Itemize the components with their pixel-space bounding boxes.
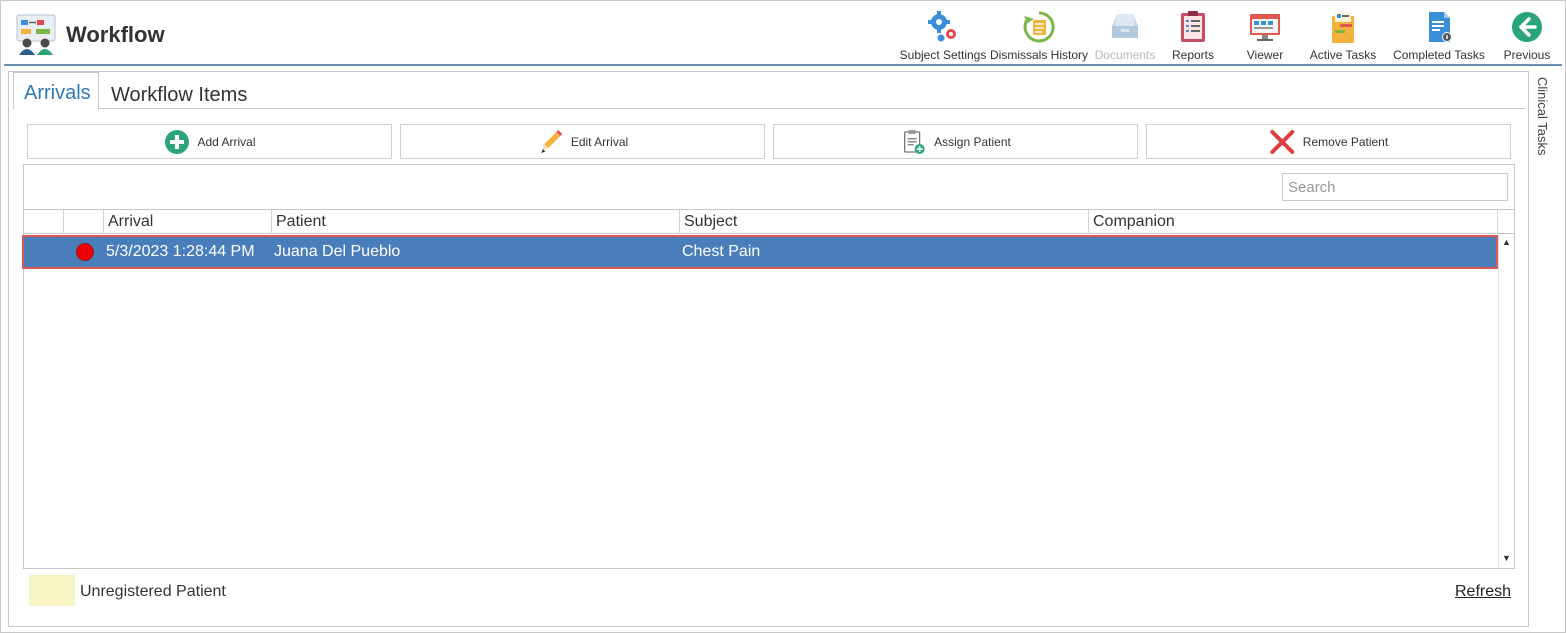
page-title: Workflow <box>66 22 165 47</box>
column-header-status[interactable] <box>64 210 104 234</box>
column-header-subject[interactable]: Subject <box>680 210 1089 234</box>
edit-arrival-button[interactable]: Edit Arrival <box>400 124 765 159</box>
remove-x-icon <box>1269 129 1294 154</box>
completed-tasks-label: Completed Tasks <box>1393 48 1485 62</box>
workflow-app-icon <box>16 14 56 55</box>
gears-icon <box>928 11 956 42</box>
edit-arrival-label: Edit Arrival <box>570 134 629 149</box>
workflow-window: Workflow Subject Settings Dismissals His… <box>0 0 1566 633</box>
documents-button[interactable]: Documents <box>1090 8 1160 64</box>
add-arrival-button[interactable]: Add Arrival <box>27 124 392 159</box>
refresh-link[interactable]: Refresh <box>1455 583 1511 601</box>
tab-arrivals[interactable]: Arrivals <box>13 72 99 110</box>
active-tasks-button[interactable]: Active Tasks <box>1304 8 1382 64</box>
grid-header: Arrival Patient Subject Companion <box>24 209 1514 234</box>
cell-arrival: 5/3/2023 1:28:44 PM <box>106 243 255 260</box>
column-header-patient[interactable]: Patient <box>272 210 680 234</box>
viewer-button[interactable]: Viewer <box>1232 8 1298 64</box>
assign-patient-label: Assign Patient <box>934 134 1011 149</box>
vertical-scrollbar[interactable]: ▲ ▼ <box>1498 235 1514 568</box>
header-bar: Workflow Subject Settings Dismissals His… <box>4 4 1562 66</box>
tab-strip: Arrivals Workflow Items <box>13 72 1525 110</box>
scroll-up-icon[interactable]: ▲ <box>1502 237 1511 247</box>
clinical-tasks-side-tab[interactable]: Clinical Tasks <box>1535 77 1557 167</box>
back-arrow-icon <box>1512 12 1542 42</box>
legend-swatch <box>29 575 75 606</box>
arrivals-panel: Arrivals Workflow Items Add Arrival Edit… <box>8 71 1529 627</box>
column-header-arrival[interactable]: Arrival <box>104 210 272 234</box>
assign-clipboard-icon <box>903 129 925 154</box>
subject-settings-button[interactable]: Subject Settings <box>896 8 990 64</box>
active-tasks-label: Active Tasks <box>1309 48 1377 62</box>
remove-patient-label: Remove Patient <box>1302 134 1389 149</box>
reports-icon <box>1181 11 1205 42</box>
active-tasks-icon <box>1332 12 1354 43</box>
remove-patient-button[interactable]: Remove Patient <box>1146 124 1511 159</box>
reports-label: Reports <box>1171 48 1215 62</box>
completed-tasks-button[interactable]: Completed Tasks <box>1388 8 1490 64</box>
scroll-down-icon[interactable]: ▼ <box>1502 553 1511 563</box>
column-header-companion[interactable]: Companion <box>1089 210 1498 234</box>
status-indicator-icon <box>76 243 94 261</box>
legend-label: Unregistered Patient <box>80 583 226 600</box>
cell-subject: Chest Pain <box>682 243 761 260</box>
documents-label: Documents <box>1094 48 1156 62</box>
table-row[interactable]: 5/3/2023 1:28:44 PM Juana Del Pueblo Che… <box>22 235 1498 269</box>
tab-workflow-items[interactable]: Workflow Items <box>101 72 261 109</box>
previous-button[interactable]: Previous <box>1498 8 1556 64</box>
cell-patient: Juana Del Pueblo <box>274 243 401 260</box>
viewer-icon <box>1250 14 1280 41</box>
search-input[interactable] <box>1282 173 1508 201</box>
column-header-select[interactable] <box>24 210 64 234</box>
completed-tasks-icon <box>1429 12 1452 42</box>
history-icon <box>1023 11 1055 43</box>
dismissals-history-button[interactable]: Dismissals History <box>988 8 1090 64</box>
dismissals-history-label: Dismissals History <box>989 48 1088 62</box>
documents-icon <box>1112 14 1138 38</box>
assign-patient-button[interactable]: Assign Patient <box>773 124 1138 159</box>
add-arrival-label: Add Arrival <box>197 134 256 149</box>
clinical-tasks-label: Clinical Tasks <box>1535 77 1550 156</box>
pencil-icon <box>540 129 562 153</box>
subject-settings-label: Subject Settings <box>899 48 987 62</box>
previous-label: Previous <box>1503 48 1551 62</box>
reports-button[interactable]: Reports <box>1162 8 1224 64</box>
viewer-label: Viewer <box>1246 48 1284 62</box>
arrivals-grid: Arrival Patient Subject Companion 5/3/20… <box>22 164 1515 569</box>
add-icon <box>164 129 189 154</box>
